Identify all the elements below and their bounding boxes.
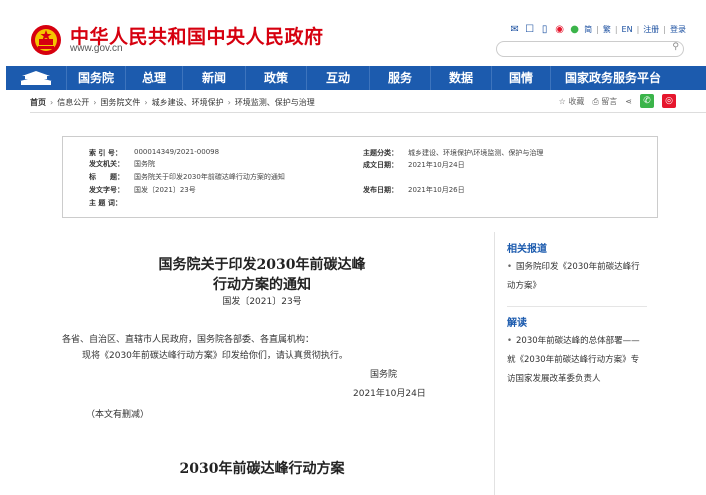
nav-item-state-council[interactable]: 国务院 — [66, 66, 125, 90]
document-body: 国务院关于印发2030年前碳达峰 行动方案的通知 国发〔2021〕23号 各省、… — [30, 218, 494, 495]
info-subject: 主 题 词： — [89, 198, 134, 208]
message-icon[interactable]: ☐ — [524, 24, 535, 35]
favorite-label: 收藏 — [568, 96, 585, 106]
search-box[interactable]: ⚲ — [496, 41, 684, 61]
nav-item-services[interactable]: 服务 — [369, 66, 430, 90]
info-value: 国务院关于印发2030年前碳达峰行动方案的通知 — [134, 173, 285, 181]
info-label: 发布日期： — [363, 186, 398, 194]
info-label: 主题分类： — [363, 149, 398, 157]
date-text: 2021年10月24日 — [353, 389, 426, 399]
related-report-item[interactable]: • 国务院印发《2030年前碳达峰行动方案》 — [507, 258, 647, 296]
breadcrumb-item[interactable]: 国务院文件 — [100, 97, 140, 108]
site-header: 中华人民共和国中央人民政府 www.gov.cn ✉ ☐ ▯ ◉ ● 简 | 繁… — [0, 0, 706, 64]
wechat-icon[interactable]: ● — [569, 24, 580, 35]
top-links: ✉ ☐ ▯ ◉ ● 简 | 繁 | EN | 注册 | 登录 — [509, 24, 686, 35]
breadcrumb-item[interactable]: 信息公开 — [57, 97, 89, 108]
note-text: （本文有删减） — [86, 410, 150, 420]
tiananmen-icon — [20, 71, 52, 85]
search-icon[interactable]: ⚲ — [672, 42, 679, 52]
link-register[interactable]: 注册 — [643, 24, 659, 35]
info-label: 成文日期： — [363, 161, 398, 169]
nav-item-policy[interactable]: 政策 — [245, 66, 306, 90]
breadcrumb-home[interactable]: 首页 — [30, 97, 46, 108]
share-icon[interactable]: ⋖ — [625, 97, 632, 106]
nav-item-service-platform[interactable]: 国家政务服务平台 — [550, 66, 675, 90]
divider: | — [663, 25, 666, 34]
info-label: 标 题： — [89, 173, 124, 181]
info-value: 000014349/2021-00098 — [134, 148, 220, 156]
print-label: 留言 — [601, 96, 618, 106]
weibo-share-icon[interactable]: ◎ — [662, 94, 676, 108]
info-published: 发布日期： 2021年10月26日 — [363, 185, 465, 195]
info-label: 索 引 号： — [89, 149, 122, 157]
info-value: 2021年10月24日 — [408, 161, 465, 169]
plan-title: 2030年前碳达峰行动方案 — [179, 461, 345, 477]
chevron-right-icon: › — [50, 98, 54, 107]
divider — [507, 306, 647, 307]
info-label: 主 题 词： — [89, 199, 122, 207]
wechat-share-icon[interactable]: ✆ — [640, 94, 654, 108]
breadcrumb: 首页 › 信息公开 › 国务院文件 › 城乡建设、环境保护 › 环境监测、保护与… — [30, 97, 315, 108]
mail-icon[interactable]: ✉ — [509, 24, 520, 35]
chevron-right-icon: › — [227, 98, 231, 107]
related-report-link[interactable]: 国务院印发《2030年前碳达峰行动方案》 — [507, 262, 640, 291]
info-docno: 发文字号： 国发〔2021〕23号 — [89, 185, 196, 195]
document-title-line2: 行动方案的通知 — [213, 277, 311, 293]
info-value: 2021年10月26日 — [408, 186, 465, 194]
recipients-text: 各省、自治区、直辖市人民政府，国务院各部委、各直属机构： — [62, 335, 315, 345]
print-button[interactable]: ⎙ 留言 — [592, 96, 617, 107]
mobile-icon[interactable]: ▯ — [539, 24, 550, 35]
search-input[interactable] — [505, 48, 665, 61]
nav-item-news[interactable]: 新闻 — [182, 66, 245, 90]
nav-item-interaction[interactable]: 互动 — [306, 66, 369, 90]
info-created: 成文日期： 2021年10月24日 — [363, 160, 465, 170]
bullet-icon: • — [507, 262, 513, 272]
divider: | — [614, 25, 618, 34]
link-english[interactable]: EN — [622, 25, 633, 34]
info-category: 主题分类： 城乡建设、环境保护\环境监测、保护与治理 — [363, 148, 543, 158]
chevron-right-icon: › — [93, 98, 97, 107]
document-title-line1: 国务院关于印发2030年前碳达峰 — [158, 257, 366, 273]
document-number: 国发〔2021〕23号 — [222, 297, 302, 307]
nav-item-premier[interactable]: 总理 — [125, 66, 182, 90]
interpretation-link[interactable]: 2030年前碳达峰的总体部署——就《2030年前碳达峰行动方案》专访国家发展改革… — [507, 336, 640, 384]
breadcrumb-item[interactable]: 环境监测、保护与治理 — [235, 97, 315, 108]
favorite-button[interactable]: ☆ 收藏 — [559, 96, 585, 107]
star-icon: ☆ — [558, 96, 566, 106]
nav-home[interactable] — [6, 66, 66, 90]
sidebar: 相关报道 • 国务院印发《2030年前碳达峰行动方案》 解读 • 2030年前碳达峰… — [494, 232, 655, 495]
breadcrumb-item[interactable]: 城乡建设、环境保护 — [152, 97, 224, 108]
national-emblem-icon[interactable] — [30, 24, 62, 56]
info-value: 城乡建设、环境保护\环境监测、保护与治理 — [408, 149, 544, 157]
print-icon: ⎙ — [592, 96, 599, 106]
page-tools: ☆ 收藏 ⎙ 留言 ⋖ ✆ ◎ — [559, 94, 676, 108]
bullet-icon: • — [507, 336, 513, 346]
site-url: www.gov.cn — [70, 43, 123, 54]
divider: | — [636, 25, 640, 34]
divider: | — [596, 25, 599, 34]
interpretation-item[interactable]: • 2030年前碳达峰的总体部署——就《2030年前碳达峰行动方案》专访国家发展改… — [507, 332, 647, 389]
info-label: 发文字号： — [89, 186, 124, 194]
info-org: 发文机关： 国务院 — [89, 159, 155, 169]
body-text: 现将《2030年前碳达峰行动方案》印发给你们，请认真贯彻执行。 — [82, 351, 348, 361]
weibo-icon[interactable]: ◉ — [554, 24, 565, 35]
info-index: 索 引 号： 000014349/2021-00098 — [89, 148, 219, 158]
interpretation-heading: 解读 — [507, 318, 527, 329]
link-traditional[interactable]: 繁 — [603, 24, 611, 35]
info-title: 标 题： 国务院关于印发2030年前碳达峰行动方案的通知 — [89, 172, 285, 182]
document-info-box: 索 引 号： 000014349/2021-00098 发文机关： 国务院 标 … — [62, 136, 658, 218]
link-login[interactable]: 登录 — [670, 24, 686, 35]
link-simplified[interactable]: 简 — [584, 24, 592, 35]
nav-item-national-conditions[interactable]: 国情 — [491, 66, 550, 90]
nav-item-data[interactable]: 数据 — [430, 66, 491, 90]
main-nav: 国务院 总理 新闻 政策 互动 服务 数据 国情 国家政务服务平台 — [6, 66, 706, 90]
signer-text: 国务院 — [370, 370, 398, 380]
info-value: 国发〔2021〕23号 — [134, 186, 196, 194]
related-reports-heading: 相关报道 — [507, 244, 547, 255]
info-label: 发文机关： — [89, 160, 124, 168]
chevron-right-icon: › — [144, 98, 148, 107]
info-value: 国务院 — [134, 160, 155, 168]
divider — [30, 112, 706, 113]
